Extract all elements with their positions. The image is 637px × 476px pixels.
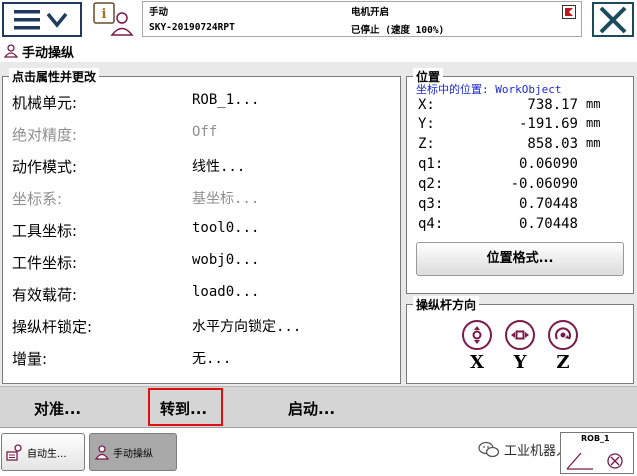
mechanical-unit-indicator[interactable]: ROB_1 [560,432,634,474]
property-key: 动作模式: [12,158,78,176]
auto-production-icon [6,444,22,461]
robot-axes-icon [566,452,623,470]
joystick-x-icon [462,320,492,350]
task-jog[interactable]: 手动操纵 [89,433,177,471]
property-key: 增量: [12,350,48,368]
task-auto-production[interactable]: 自动生... [1,433,85,471]
jog-task-icon [94,445,110,460]
status-indicator-button[interactable]: i [92,2,138,37]
property-key: 坐标系: [12,190,63,208]
property-joystick-lock[interactable]: 操纵杆锁定: 水平方向锁定... [12,316,392,336]
property-key: 工具坐标: [12,222,78,240]
position-value: 0.06090 [518,156,578,172]
property-tool-frame[interactable]: 工具坐标: tool0... [12,220,392,240]
status-bar: 手动 SKY-20190724RPT 电机开启 已停止 (速度 100%) [142,1,582,37]
close-button[interactable] [592,2,634,37]
position-key: q2: [418,176,444,192]
position-key: Z: [418,136,435,152]
position-key: q1: [418,156,444,172]
jog-person-icon [4,44,18,58]
property-value: 水平方向锁定... [192,319,302,335]
position-row-q3: q3: 0.70448 [418,196,630,216]
page-title-row: 手动操纵 [0,40,637,62]
position-row-q4: q4: 0.70448 [418,216,630,236]
position-value: 858.03 [527,136,578,152]
main-menu-button[interactable] [2,2,82,37]
page-title: 手动操纵 [22,45,75,61]
property-key: 有效载荷: [12,286,78,304]
goto-button[interactable]: 转到... [160,398,207,419]
rob-label: ROB_1 [581,434,610,443]
joystick-content: X Y Z [406,296,634,384]
position-unit: mm [586,97,601,111]
align-button[interactable]: 对准... [34,398,81,419]
position-key: q4: [418,216,444,232]
position-value: -191.69 [518,116,578,132]
motor-status-label: 电机开启 [351,7,390,18]
joystick-y-label: Y [513,352,527,373]
position-format-button[interactable]: 位置格式... [416,242,624,276]
property-payload[interactable]: 有效载荷: load0... [12,284,392,304]
position-row-q1: q1: 0.06090 [418,156,630,176]
property-coordinate-system: 坐标系: 基坐标... [12,188,392,208]
command-bar: 对准... 转到... 启动... [0,386,637,428]
close-icon [599,6,627,33]
property-value: wobj0... [192,252,260,268]
property-value: ROB_1... [192,92,260,108]
start-button[interactable]: 启动... [288,398,335,419]
menu-icon [14,9,68,29]
position-unit: mm [586,136,601,150]
position-value: 0.70448 [518,196,578,212]
svg-text:i: i [102,7,107,22]
info-person-icon: i [93,2,134,36]
property-key: 工件坐标: [12,254,78,272]
joystick-axis-x: X [460,320,494,373]
position-key: Y: [418,116,435,132]
position-row-z: Z: 858.03 mm [418,136,630,156]
position-value: 0.70448 [518,216,578,232]
property-work-object[interactable]: 工件坐标: wobj0... [12,252,392,272]
joystick-y-icon [505,320,535,350]
position-unit: mm [586,116,601,130]
task-auto-label: 自动生... [27,448,67,460]
joystick-z-icon [548,320,578,350]
position-key: X: [418,97,435,113]
system-name-label: SKY-20190724RPT [149,22,235,33]
position-row-x: X: 738.17 mm [418,97,630,117]
property-key: 绝对精度: [12,126,78,144]
property-value: 基坐标... [192,191,260,207]
property-value: Off [192,124,218,140]
position-value: -0.06090 [510,176,578,192]
position-content: 坐标中的位置: WorkObject X: 738.17 mm Y: -191.… [406,68,634,294]
joystick-axis-y: Y [503,320,537,373]
property-absolute-accuracy: 绝对精度: Off [12,124,392,144]
property-value: tool0... [192,220,260,236]
property-mechanical-unit[interactable]: 机械单元: ROB_1... [12,92,392,112]
joystick-z-label: Z [556,352,570,373]
property-key: 操纵杆锁定: [12,318,93,336]
property-key: 机械单元: [12,94,78,112]
property-value: load0... [192,284,260,300]
wechat-icon [478,441,500,457]
position-key: q3: [418,196,444,212]
property-value: 线性... [192,159,246,175]
property-motion-mode[interactable]: 动作模式: 线性... [12,156,392,176]
run-status-label: 已停止 (速度 100%) [351,25,445,36]
task-jog-label: 手动操纵 [113,448,153,460]
properties-list: 机械单元: ROB_1... 绝对精度: Off 动作模式: 线性... 坐标系… [2,68,401,384]
position-row-q2: q2: -0.06090 [418,176,630,196]
property-value: 无... [192,351,232,367]
position-frame-header: 坐标中的位置: WorkObject [416,83,562,96]
event-flag-icon[interactable] [562,4,576,19]
position-row-y: Y: -191.69 mm [418,116,630,136]
joystick-x-label: X [470,352,484,373]
joystick-axis-z: Z [546,320,580,373]
operating-mode-label: 手动 [149,7,169,18]
property-increment[interactable]: 增量: 无... [12,348,392,368]
position-value: 738.17 [527,97,578,113]
